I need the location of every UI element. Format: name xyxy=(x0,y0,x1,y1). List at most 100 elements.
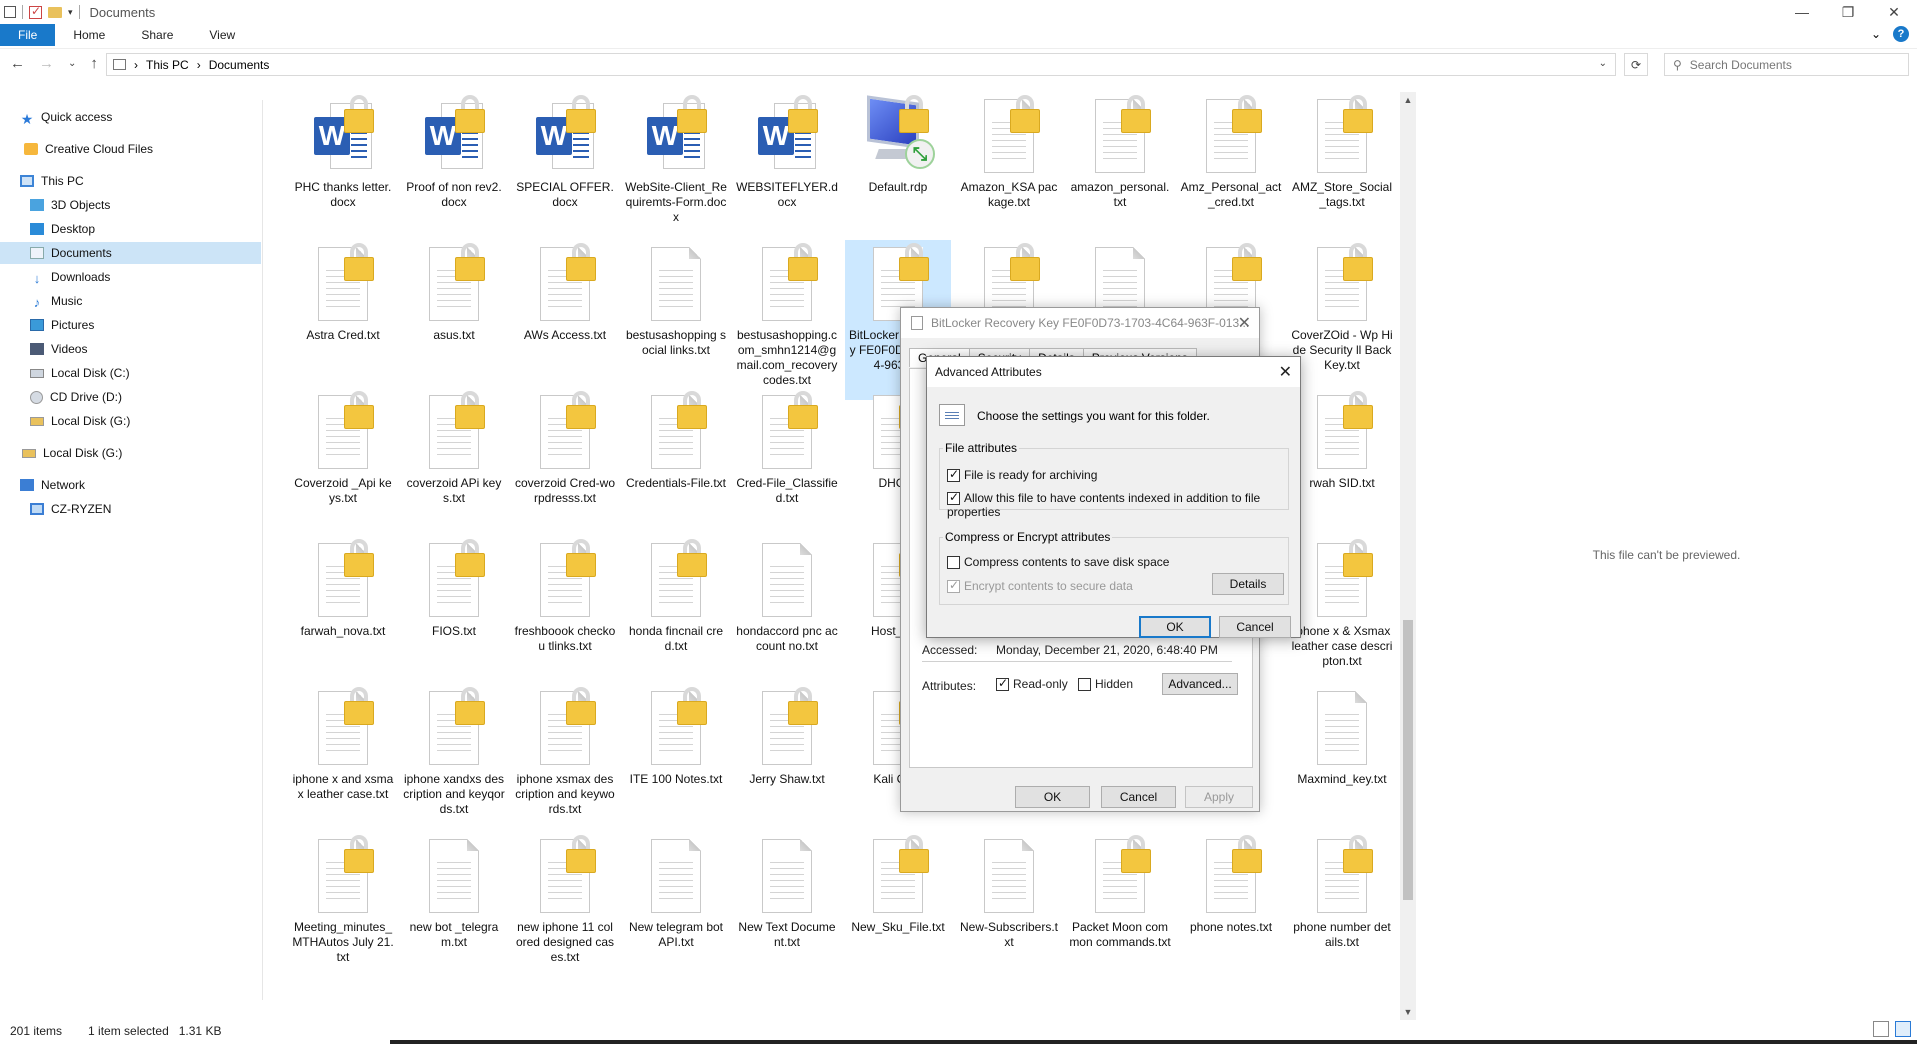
file-item[interactable]: new iphone 11 colored designed cases.txt xyxy=(512,832,618,965)
close-button[interactable]: ✕ xyxy=(1871,0,1917,24)
tab-file[interactable]: File xyxy=(0,24,56,46)
file-item[interactable]: Packet Moon common commands.txt xyxy=(1067,832,1173,950)
file-item[interactable]: FIOS.txt xyxy=(401,536,507,639)
file-item[interactable]: amazon_personal.txt xyxy=(1067,92,1173,210)
file-item[interactable]: W Proof of non rev2.docx xyxy=(401,92,507,210)
forward-arrow-icon[interactable]: → xyxy=(39,55,54,72)
sidebar-item-local-disk-g[interactable]: Local Disk (G:) xyxy=(30,410,130,432)
address-bar[interactable]: › This PC › Documents ⌄ xyxy=(106,53,1616,76)
advanced-button[interactable]: Advanced... xyxy=(1162,673,1238,695)
properties-ok-button[interactable]: OK xyxy=(1015,786,1090,808)
hidden-checkbox[interactable]: Hidden xyxy=(1078,677,1133,692)
file-item[interactable]: CoverZOid - Wp Hide Security ll Back Key… xyxy=(1289,240,1395,373)
file-item[interactable]: New_Sku_File.txt xyxy=(845,832,951,935)
file-item[interactable]: Credentials-File.txt xyxy=(623,388,729,491)
file-item[interactable]: W SPECIAL OFFER.docx xyxy=(512,92,618,210)
sidebar-item-pictures[interactable]: Pictures xyxy=(30,314,94,336)
file-item[interactable]: coverzoid Cred-worpdresss.txt xyxy=(512,388,618,506)
compress-checkbox[interactable]: Compress contents to save disk space xyxy=(947,555,1169,570)
readonly-check[interactable] xyxy=(996,676,1009,692)
hidden-check[interactable] xyxy=(1078,678,1091,692)
customize-toolbar-icon[interactable]: ▾ xyxy=(68,7,73,18)
file-item[interactable]: phone number details.txt xyxy=(1289,832,1395,950)
file-item[interactable]: freshboook checkou tlinks.txt xyxy=(512,536,618,654)
file-item[interactable]: bestusashopping.com_smhn1214@gmail.com_r… xyxy=(734,240,840,388)
file-item[interactable]: new bot _telegram.txt xyxy=(401,832,507,950)
recent-locations-icon[interactable]: ⌄ xyxy=(68,58,76,69)
file-item[interactable]: iphone x & Xsmax leather case descripton… xyxy=(1289,536,1395,669)
file-item[interactable]: farwah_nova.txt xyxy=(290,536,396,639)
file-item[interactable]: iphone xsmax description and keywords.tx… xyxy=(512,684,618,817)
minimize-button[interactable]: — xyxy=(1779,0,1825,24)
properties-cancel-button[interactable]: Cancel xyxy=(1101,786,1176,808)
sidebar-item-network[interactable]: Network xyxy=(20,474,85,496)
archive-checkbox[interactable]: File is ready for archiving xyxy=(947,467,1097,483)
file-item[interactable]: W PHC thanks letter.docx xyxy=(290,92,396,210)
up-arrow-icon[interactable]: ↑ xyxy=(90,55,98,72)
sidebar-item-cz-ryzen[interactable]: CZ-RYZEN xyxy=(30,498,111,520)
new-folder-icon[interactable] xyxy=(48,6,62,18)
back-arrow-icon[interactable]: ← xyxy=(10,55,25,72)
file-item[interactable]: Jerry Shaw.txt xyxy=(734,684,840,787)
sidebar-item-local-disk-c[interactable]: Local Disk (C:) xyxy=(30,362,130,384)
file-item[interactable]: iphone x and xsmax leather case.txt xyxy=(290,684,396,802)
file-item[interactable]: Cred-File_Classified.txt xyxy=(734,388,840,506)
search-input[interactable]: ⚲ Search Documents xyxy=(1664,53,1909,76)
readonly-checkbox[interactable]: Read-only xyxy=(996,676,1068,692)
expand-ribbon-icon[interactable]: ⌄ xyxy=(1871,27,1881,41)
archive-check[interactable] xyxy=(947,467,960,483)
file-item[interactable]: Coverzoid _Api keys.txt xyxy=(290,388,396,506)
restore-button[interactable]: ❐ xyxy=(1825,0,1871,24)
breadcrumb-this-pc[interactable]: This PC xyxy=(146,58,189,72)
large-icons-view-icon[interactable] xyxy=(1895,1021,1911,1037)
scroll-down-icon[interactable]: ▼ xyxy=(1400,1004,1416,1020)
sidebar-item-this-pc[interactable]: This PC xyxy=(20,170,84,192)
file-item[interactable]: W WebSite-Client_Requiremts-Form.docx xyxy=(623,92,729,225)
index-checkbox[interactable]: Allow this file to have contents indexed… xyxy=(947,490,1300,519)
tab-view[interactable]: View xyxy=(191,24,253,46)
file-item[interactable]: phone notes.txt xyxy=(1178,832,1284,935)
details-view-icon[interactable] xyxy=(1873,1021,1889,1037)
file-item[interactable]: asus.txt xyxy=(401,240,507,343)
sidebar-item-creative-cloud[interactable]: Creative Cloud Files xyxy=(24,138,153,160)
scroll-thumb[interactable] xyxy=(1403,620,1413,900)
file-item[interactable]: hondaccord pnc account no.txt xyxy=(734,536,840,654)
file-item[interactable]: ⤡ Default.rdp xyxy=(845,92,951,195)
properties-close-icon[interactable]: ✕ xyxy=(1238,313,1251,333)
vertical-scrollbar[interactable]: ▲ ▼ xyxy=(1400,92,1416,1020)
refresh-button[interactable]: ⟳ xyxy=(1624,53,1648,76)
sidebar-item-3d-objects[interactable]: 3D Objects xyxy=(30,194,110,216)
compress-check[interactable] xyxy=(947,556,960,570)
sidebar-item-documents[interactable]: Documents xyxy=(0,242,261,264)
file-item[interactable]: New telegram bot API.txt xyxy=(623,832,729,950)
properties-apply-button[interactable]: Apply xyxy=(1185,786,1253,808)
sidebar-item-local-disk-g-root[interactable]: Local Disk (G:) xyxy=(22,442,122,464)
breadcrumb-documents[interactable]: Documents xyxy=(209,58,270,72)
encrypt-checkbox[interactable]: Encrypt contents to secure data xyxy=(947,578,1133,594)
pane-divider[interactable] xyxy=(262,100,263,1000)
advanced-cancel-button[interactable]: Cancel xyxy=(1219,616,1291,638)
properties-icon[interactable] xyxy=(4,6,16,18)
chevron-down-icon[interactable]: ⌄ xyxy=(1599,58,1607,69)
file-item[interactable]: rwah SID.txt xyxy=(1289,388,1395,491)
file-item[interactable]: ITE 100 Notes.txt xyxy=(623,684,729,787)
file-item[interactable]: Amz_Personal_act_cred.txt xyxy=(1178,92,1284,210)
encrypt-check[interactable] xyxy=(947,578,960,594)
file-item[interactable]: New-Subscribers.txt xyxy=(956,832,1062,950)
file-item[interactable]: W WEBSITEFLYER.docx xyxy=(734,92,840,210)
sidebar-item-videos[interactable]: Videos xyxy=(30,338,87,360)
sidebar-item-desktop[interactable]: Desktop xyxy=(30,218,95,240)
sidebar-item-music[interactable]: ♪ Music xyxy=(30,290,83,312)
file-item[interactable]: Maxmind_key.txt xyxy=(1289,684,1395,787)
advanced-ok-button[interactable]: OK xyxy=(1139,616,1211,638)
sidebar-item-quick-access[interactable]: ★ Quick access xyxy=(20,106,113,128)
tab-share[interactable]: Share xyxy=(123,24,191,46)
sidebar-item-cd-drive-d[interactable]: CD Drive (D:) xyxy=(30,386,122,408)
file-item[interactable]: AWs Access.txt xyxy=(512,240,618,343)
help-icon[interactable]: ? xyxy=(1893,26,1909,42)
file-item[interactable]: Meeting_minutes_MTHAutos July 21.txt xyxy=(290,832,396,965)
checkmark-icon[interactable] xyxy=(29,4,42,19)
file-item[interactable]: coverzoid APi keys.txt xyxy=(401,388,507,506)
details-button[interactable]: Details xyxy=(1212,573,1284,595)
file-item[interactable]: Astra Cred.txt xyxy=(290,240,396,343)
